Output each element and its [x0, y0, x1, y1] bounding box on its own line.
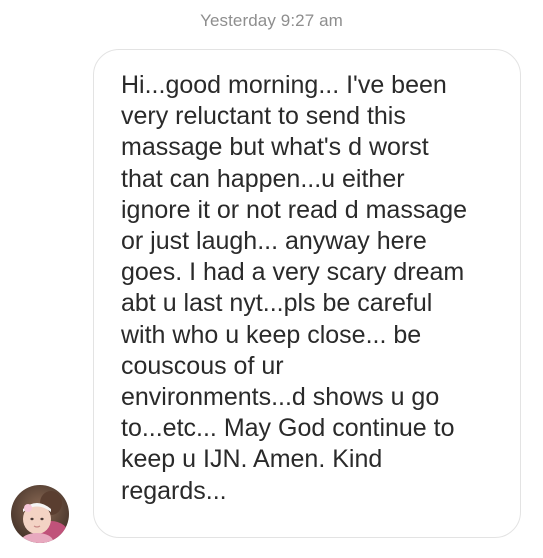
received-message-bubble[interactable]: Hi...good morning... I've been very relu… — [93, 49, 521, 538]
message-timestamp: Yesterday 9:27 am — [200, 11, 343, 30]
message-text: Hi...good morning... I've been very relu… — [121, 71, 468, 505]
profile-photo-icon — [11, 485, 69, 543]
sender-avatar[interactable] — [11, 485, 69, 543]
